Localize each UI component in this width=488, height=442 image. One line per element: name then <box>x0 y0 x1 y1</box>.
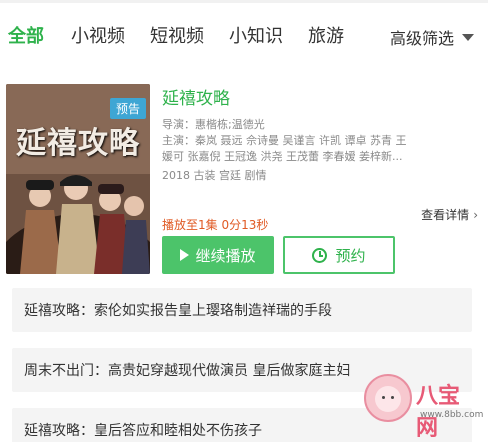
reserve-label: 预约 <box>335 246 366 265</box>
site-watermark: 八宝网 www.8bb.com <box>358 372 483 441</box>
view-details-link[interactable]: 查看详情 › <box>421 206 478 223</box>
play-icon <box>180 249 190 261</box>
show-meta: 导演：惠楷栋;温德光 主演：秦岚 聂远 佘诗曼 吴谨言 许凯 谭卓 苏青 王 媛… <box>162 117 480 165</box>
tab-all[interactable]: 全部 <box>8 22 44 48</box>
app-page: 全部 小视频 短视频 小知识 旅游 高级筛选 延禧攻略 预告 延禧攻略 导演：惠… <box>0 0 488 442</box>
show-info: 延禧攻略 导演：惠楷栋;温德光 主演：秦岚 聂远 佘诗曼 吴谨言 许凯 谭卓 苏… <box>162 84 480 183</box>
tab-short-videos[interactable]: 短视频 <box>150 22 204 48</box>
show-title[interactable]: 延禧攻略 <box>162 84 480 109</box>
news-item[interactable]: 延禧攻略：索伦如实报告皇上璎珞制造祥瑞的手段 <box>12 288 472 332</box>
watermark-url: www.8bb.com <box>420 410 484 420</box>
continue-play-label: 继续播放 <box>195 246 256 265</box>
category-tab-bar: 全部 小视频 短视频 小知识 旅游 高级筛选 <box>0 0 488 66</box>
tab-knowledge[interactable]: 小知识 <box>229 22 283 48</box>
tab-travel[interactable]: 旅游 <box>308 22 344 48</box>
show-poster[interactable]: 延禧攻略 预告 <box>6 84 150 274</box>
advanced-filter-label: 高级筛选 <box>389 29 454 48</box>
news-item-text: 周末不出门：高贵妃穿越现代做演员 皇后做家庭主妇 <box>24 363 351 379</box>
poster-title: 延禧攻略 <box>16 126 140 161</box>
preview-badge: 预告 <box>109 98 146 119</box>
reserve-button[interactable]: 预约 <box>283 236 395 274</box>
mascot-icon <box>364 374 412 422</box>
cast-line-1: 主演：秦岚 聂远 佘诗曼 吴谨言 许凯 谭卓 苏青 王 <box>162 134 407 147</box>
watch-progress: 播放至1集 0分13秒 <box>162 218 269 232</box>
tab-short-clips[interactable]: 小视频 <box>71 22 125 48</box>
news-item-text: 延禧攻略：皇后答应和睦相处不伤孩子 <box>24 423 262 439</box>
advanced-filter-button[interactable]: 高级筛选 <box>390 25 474 49</box>
show-detail-card: 延禧攻略 预告 延禧攻略 导演：惠楷栋;温德光 主演：秦岚 聂远 佘诗曼 吴谨言… <box>0 70 488 284</box>
news-item-text: 延禧攻略：索伦如实报告皇上璎珞制造祥瑞的手段 <box>24 303 332 319</box>
clock-icon <box>312 247 328 263</box>
view-details-label: 查看详情 <box>421 208 470 222</box>
director-line: 导演：惠楷栋;温德光 <box>162 118 265 131</box>
cast-line-2: 媛可 张嘉倪 王冠逸 洪尧 王茂蕾 李春嫒 姜梓新... <box>162 150 403 163</box>
continue-play-button[interactable]: 继续播放 <box>162 236 274 274</box>
show-tags: 2018 古装 宫廷 剧情 <box>162 169 267 182</box>
caret-down-icon <box>462 33 474 41</box>
chevron-right-icon: › <box>473 207 478 222</box>
